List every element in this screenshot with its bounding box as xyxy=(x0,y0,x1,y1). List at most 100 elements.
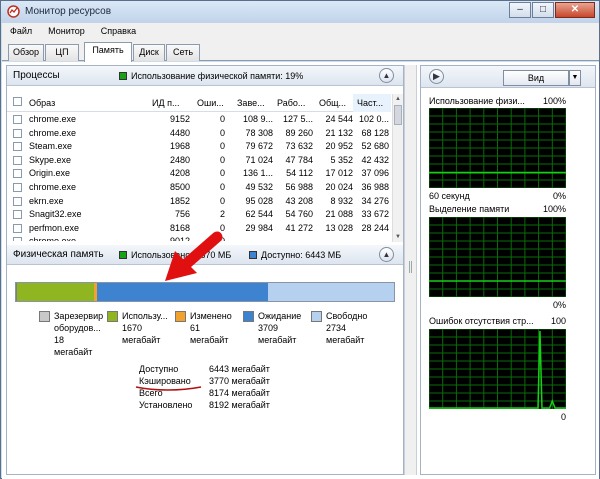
menu-file[interactable]: Файл xyxy=(2,23,40,41)
process-name: chrome.exe xyxy=(29,114,77,124)
stat-value: 6443 мегабайт xyxy=(209,364,270,374)
close-button[interactable]: ✕ xyxy=(555,2,595,18)
process-checkbox[interactable] xyxy=(13,169,22,179)
col-image[interactable]: Образ xyxy=(29,98,129,108)
legend-unit: мегабайт xyxy=(258,335,297,345)
process-name: ekrn.exe xyxy=(29,195,64,206)
tab-memory[interactable]: Память xyxy=(84,42,132,62)
process-cell: 2 xyxy=(219,209,225,220)
process-cell: 78 308 xyxy=(245,127,273,138)
process-cell: 49 532 xyxy=(245,182,273,192)
col-hard-faults[interactable]: Оши... xyxy=(197,98,231,108)
process-list-scrollbar[interactable]: ▲ ▼ xyxy=(392,94,403,242)
process-cell: 34 276 xyxy=(361,195,389,206)
process-cell: 1852 xyxy=(169,195,190,206)
maximize-button[interactable]: □ xyxy=(532,2,554,18)
scroll-thumb[interactable] xyxy=(394,105,402,125)
graph-canvas xyxy=(429,329,566,409)
process-name: Skype.exe xyxy=(29,154,72,165)
process-row[interactable]: chrome.exe 9152 0 108 9... 127 5... 24 544 102… xyxy=(7,113,391,127)
col-private[interactable]: Част... xyxy=(353,94,391,112)
process-cell: 71 024 xyxy=(245,154,273,165)
process-cell: 36 988 xyxy=(361,182,389,192)
legend-swatch xyxy=(107,311,118,322)
physical-usage-graph xyxy=(429,108,566,188)
process-row[interactable]: chrome.exe 4480 0 78 308 89 260 21 132 68 128 xyxy=(7,127,391,141)
stat-label: Доступно xyxy=(139,364,179,374)
process-checkbox[interactable] xyxy=(13,115,22,124)
usage-color-square xyxy=(119,72,127,80)
processes-collapse-button[interactable]: ▲ xyxy=(379,68,394,83)
view-button[interactable]: Вид xyxy=(503,70,569,86)
tab-overview[interactable]: Обзор xyxy=(8,44,44,61)
process-checkbox[interactable] xyxy=(13,128,22,138)
menu-monitor[interactable]: Монитор xyxy=(40,23,93,41)
view-dropdown-arrow-icon[interactable]: ▼ xyxy=(569,70,581,86)
process-cell: 5 352 xyxy=(330,154,353,165)
tab-cpu[interactable]: ЦП xyxy=(45,44,79,61)
legend-swatch xyxy=(243,311,254,322)
process-cell: 0 xyxy=(219,182,225,192)
process-cell: 56 988 xyxy=(285,182,313,192)
col-pid[interactable]: ИД п... xyxy=(152,98,190,108)
legend-label: Изменено xyxy=(190,311,232,321)
process-cell: 54 112 xyxy=(286,168,313,179)
process-name: Origin.exe xyxy=(29,168,71,179)
process-cell: 9152 xyxy=(169,114,190,124)
splitter-grip-icon[interactable] xyxy=(409,261,412,273)
scroll-up-arrow-icon[interactable]: ▲ xyxy=(393,94,403,104)
graph1-min: 0% xyxy=(552,191,566,201)
process-checkbox[interactable] xyxy=(13,142,22,152)
process-cell: 20 024 xyxy=(325,182,353,192)
process-cell: 127 5... xyxy=(282,114,313,124)
select-all-checkbox[interactable] xyxy=(13,97,22,106)
graph1-max: 100% xyxy=(542,96,566,106)
menu-help[interactable]: Справка xyxy=(93,23,144,41)
process-cell: 0 xyxy=(219,195,225,206)
process-name: chrome.exe xyxy=(29,182,77,192)
stat-row: Установлено 8192 мегабайт xyxy=(139,400,339,412)
col-working-set[interactable]: Рабо... xyxy=(277,98,313,108)
process-checkbox[interactable] xyxy=(13,196,22,206)
process-row[interactable]: Origin.exe 4208 0 136 1... 54 112 17 012 37 09… xyxy=(7,167,391,181)
process-cell: 102 0... xyxy=(358,114,389,124)
legend-label: Зарезервир оборудов... xyxy=(54,311,104,333)
pane-splitter[interactable] xyxy=(404,65,417,475)
process-cell: 21 132 xyxy=(325,127,353,138)
process-row[interactable]: ekrn.exe 1852 0 95 028 43 208 8 932 34 276 xyxy=(7,195,391,209)
process-list: chrome.exe 9152 0 108 9... 127 5... 24 544 102… xyxy=(7,113,391,241)
graph3-min: 0 xyxy=(560,412,566,422)
legend-value: 1670 xyxy=(122,323,143,333)
col-commit[interactable]: Заве... xyxy=(237,98,273,108)
tab-network[interactable]: Сеть xyxy=(166,44,200,61)
physical-memory-collapse-button[interactable]: ▲ xyxy=(379,247,394,262)
process-cell: 33 672 xyxy=(361,209,389,220)
process-cell: 89 260 xyxy=(285,127,313,138)
scroll-down-arrow-icon[interactable]: ▼ xyxy=(393,232,403,242)
process-row[interactable]: chrome.exe 8500 0 49 532 56 988 20 024 36 988 xyxy=(7,181,391,195)
process-checkbox[interactable] xyxy=(13,237,22,241)
process-cell: 1968 xyxy=(169,141,190,152)
process-row[interactable]: Snagit32.exe 756 2 62 544 54 760 21 088 33 672 xyxy=(7,208,391,222)
process-checkbox[interactable] xyxy=(13,183,22,192)
stat-value: 8174 мегабайт xyxy=(209,388,270,398)
resource-monitor-window: Монитор ресурсов – □ ✕ Файл Монитор Спра… xyxy=(0,0,600,479)
process-cell: 54 760 xyxy=(285,209,313,220)
process-row[interactable]: Skype.exe 2480 0 71 024 47 784 5 352 42 432 xyxy=(7,154,391,168)
process-row[interactable]: Steam.exe 1968 0 79 672 73 632 20 952 52 680 xyxy=(7,140,391,154)
graph1-timespan: 60 секунд xyxy=(429,191,470,201)
process-checkbox[interactable] xyxy=(13,155,22,165)
title-bar: Монитор ресурсов – □ ✕ xyxy=(1,1,599,23)
process-name: chrome.exe xyxy=(29,127,77,138)
legend-label: Ожидание xyxy=(258,311,302,321)
process-checkbox[interactable] xyxy=(13,210,22,220)
process-name: chrome.exe xyxy=(29,236,129,241)
col-shareable[interactable]: Общ... xyxy=(319,98,353,108)
minimize-button[interactable]: – xyxy=(509,2,531,18)
process-checkbox[interactable] xyxy=(13,223,22,233)
process-cell: 28 244 xyxy=(361,222,389,233)
process-cell: 0 xyxy=(219,154,225,165)
expand-graphs-button[interactable]: ▶ xyxy=(429,69,444,84)
tab-disk[interactable]: Диск xyxy=(133,44,165,61)
processes-header[interactable]: Процессы Использование физической памяти… xyxy=(7,66,403,86)
